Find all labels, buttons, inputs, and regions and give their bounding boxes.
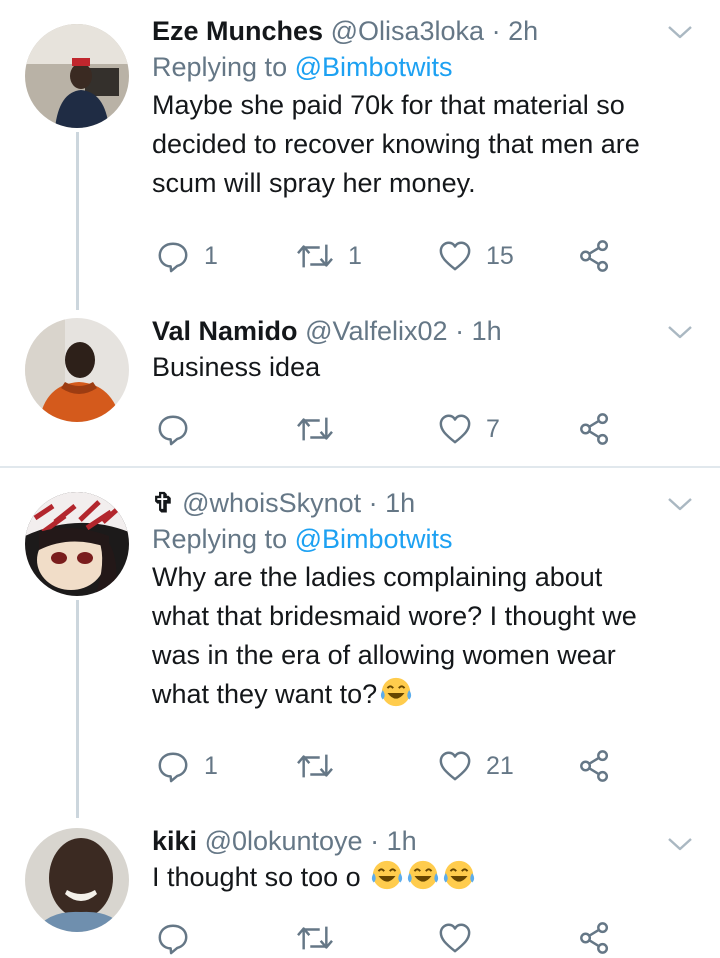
heart-icon	[438, 749, 472, 783]
retweet-icon	[296, 412, 334, 446]
share-button[interactable]	[578, 918, 612, 958]
tweet-text-line: what they want to?	[152, 679, 378, 709]
timestamp[interactable]: 1h	[385, 488, 415, 518]
reply-button[interactable]: 1	[156, 236, 218, 276]
retweet-icon	[296, 921, 334, 955]
author-name[interactable]: ✞	[152, 488, 175, 518]
reply-icon	[156, 412, 190, 446]
heart-icon	[438, 921, 472, 955]
tweet-text-line: Business idea	[152, 352, 321, 382]
separator: ·	[368, 488, 378, 518]
chevron-down-icon[interactable]	[666, 18, 694, 46]
like-count: 21	[486, 751, 514, 780]
tweet-text-line: I thought so too o	[152, 862, 361, 892]
chevron-down-icon[interactable]	[666, 318, 694, 346]
mention-link[interactable]: @Bimbotwits	[295, 524, 453, 554]
tweet-actions	[152, 918, 622, 958]
tweet-actions: 7	[152, 409, 622, 449]
chevron-down-icon[interactable]	[666, 490, 694, 518]
laughing-tears-emoji	[406, 858, 440, 892]
replying-label: Replying to	[152, 52, 288, 82]
like-count: 7	[486, 414, 500, 443]
tweet-text: I thought so too o	[152, 858, 702, 897]
author-name[interactable]: kiki	[152, 826, 197, 856]
share-icon	[578, 412, 612, 446]
laughing-tears-emoji	[370, 858, 404, 892]
chevron-down-icon[interactable]	[666, 830, 694, 858]
like-button[interactable]: 15	[438, 236, 514, 276]
like-button[interactable]: 7	[438, 409, 500, 449]
mention-link[interactable]: @Bimbotwits	[295, 52, 453, 82]
author-name[interactable]: Val Namido	[152, 316, 298, 346]
author-handle[interactable]: @0lokuntoye	[205, 826, 363, 856]
like-button[interactable]	[438, 918, 472, 958]
tweet-text: Business idea	[152, 348, 702, 387]
tweet-text-line: Maybe she paid 70k for that material so	[152, 90, 625, 120]
author-name[interactable]: Eze Munches	[152, 16, 323, 46]
tweet-text-line: scum will spray her money.	[152, 168, 476, 198]
author-handle[interactable]: @Olisa3loka	[331, 16, 484, 46]
retweet-button[interactable]: 1	[296, 236, 362, 276]
reply-icon	[156, 749, 190, 783]
like-button[interactable]: 21	[438, 746, 514, 786]
share-icon	[578, 921, 612, 955]
separator: ·	[370, 826, 380, 856]
retweet-button[interactable]	[296, 409, 348, 449]
replying-to: Replying to @Bimbotwits	[152, 520, 702, 558]
replying-label: Replying to	[152, 524, 288, 554]
tweet[interactable]: ✞ @whoisSkynot · 1h Replying to @Bimbotw…	[0, 468, 720, 818]
tweet[interactable]: Eze Munches @Olisa3loka · 2h Replying to…	[0, 0, 720, 310]
heart-icon	[438, 412, 472, 446]
reply-icon	[156, 239, 190, 273]
heart-icon	[438, 239, 472, 273]
timestamp[interactable]: 1h	[387, 826, 417, 856]
tweet-text: Maybe she paid 70k for that material so …	[152, 86, 702, 203]
tweet-actions: 1 1 15	[152, 236, 622, 276]
author-handle[interactable]: @whoisSkynot	[182, 488, 361, 518]
share-icon	[578, 239, 612, 273]
avatar[interactable]	[25, 318, 129, 422]
tweet[interactable]: Val Namido @Valfelix02 · 1h Business ide…	[0, 310, 720, 466]
reply-button[interactable]	[156, 409, 204, 449]
share-button[interactable]	[578, 746, 612, 786]
share-button[interactable]	[578, 409, 612, 449]
share-icon	[578, 749, 612, 783]
separator: ·	[455, 316, 465, 346]
reply-count: 1	[204, 751, 218, 780]
separator: ·	[491, 16, 501, 46]
retweet-button[interactable]	[296, 746, 348, 786]
timestamp[interactable]: 2h	[508, 16, 538, 46]
avatar[interactable]	[25, 24, 129, 128]
reply-count: 1	[204, 241, 218, 270]
laughing-tears-emoji	[379, 675, 413, 709]
reply-icon	[156, 921, 190, 955]
thread-line	[76, 600, 79, 818]
avatar[interactable]	[25, 828, 129, 932]
tweet[interactable]: kiki @0lokuntoye · 1h I thought so too o	[0, 818, 720, 930]
retweet-icon	[296, 239, 334, 273]
retweet-icon	[296, 749, 334, 783]
tweet-text-line: decided to recover knowing that men are	[152, 129, 640, 159]
tweet-text-line: Why are the ladies complaining about	[152, 562, 603, 592]
avatar[interactable]	[25, 492, 129, 596]
laughing-tears-emoji	[442, 858, 476, 892]
tweet-actions: 1 21	[152, 746, 622, 786]
author-handle[interactable]: @Valfelix02	[305, 316, 447, 346]
replying-to: Replying to @Bimbotwits	[152, 48, 702, 86]
like-count: 15	[486, 241, 514, 270]
thread-line	[76, 132, 79, 310]
reply-button[interactable]: 1	[156, 746, 218, 786]
timestamp[interactable]: 1h	[472, 316, 502, 346]
reply-button[interactable]	[156, 918, 190, 958]
tweet-text-line-with-emoji: what they want to?	[152, 675, 702, 714]
retweet-button[interactable]	[296, 918, 334, 958]
tweet-text-line: what that bridesmaid wore? I thought we	[152, 601, 637, 631]
tweet-text: Why are the ladies complaining about wha…	[152, 558, 702, 714]
share-button[interactable]	[578, 236, 612, 276]
retweet-count: 1	[348, 241, 362, 270]
tweet-text-line: was in the era of allowing women wear	[152, 640, 616, 670]
